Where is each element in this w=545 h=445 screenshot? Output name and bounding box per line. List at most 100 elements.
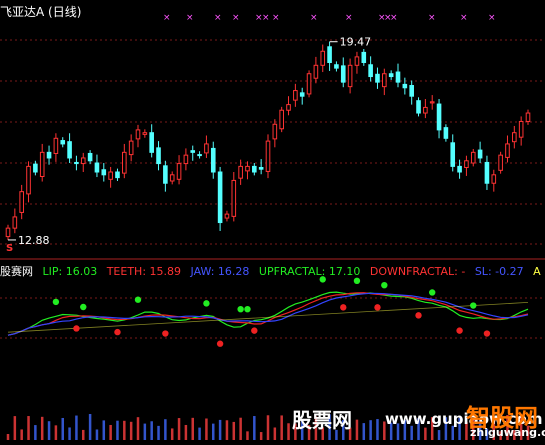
candle-body	[484, 161, 490, 184]
candle-body	[293, 90, 298, 101]
upfractal-dot	[244, 305, 251, 313]
fractal-marker: ×	[272, 13, 280, 23]
fractal-marker: ×	[428, 13, 436, 23]
upfractal-dot	[429, 289, 436, 296]
candle-body	[306, 73, 312, 95]
candle-body	[375, 73, 380, 83]
candle-body	[518, 120, 524, 138]
candle-body	[402, 83, 408, 89]
candle-body	[190, 150, 196, 153]
stock-name: 飞亚达A	[0, 5, 45, 19]
candle-body	[238, 165, 243, 179]
candle-body	[39, 151, 45, 177]
candle-body	[80, 157, 86, 165]
candle-body	[197, 154, 202, 157]
low-price-label: 12.88	[18, 234, 50, 247]
candle-body	[245, 165, 250, 172]
candle-body	[429, 101, 435, 104]
candle-body	[286, 104, 291, 111]
candle-body	[498, 154, 503, 171]
fractal-marker: ×	[163, 13, 171, 23]
candle-body	[67, 141, 72, 159]
candle-body	[436, 103, 442, 131]
candle-body	[176, 163, 182, 180]
candle-body	[368, 64, 373, 78]
candle-body	[512, 132, 517, 143]
candle-body	[313, 64, 319, 79]
candle-body	[525, 112, 531, 122]
candle-body	[347, 64, 353, 88]
jaw-line	[7, 292, 529, 336]
candle-body	[108, 171, 113, 180]
candle-body	[149, 132, 154, 153]
upfractal-dot	[470, 302, 477, 309]
legend-jaw: JAW: 16.28	[190, 265, 250, 278]
candle-body	[258, 167, 264, 170]
candle-body	[505, 143, 510, 158]
downfractal-dot	[340, 304, 347, 311]
legend-sl: SL: -0.27	[474, 265, 524, 278]
candle-body	[252, 165, 257, 173]
downfractal-dot	[114, 328, 121, 336]
candle-body	[183, 154, 189, 165]
watermark-logo-url: zhiguwang.com	[470, 426, 545, 439]
legend-teeth: TEETH: 15.89	[106, 265, 182, 278]
period-label: (日线)	[48, 5, 82, 19]
candle-body	[5, 227, 11, 238]
candle-body	[395, 71, 401, 83]
candle-body	[74, 161, 79, 165]
watermark-site-cn: 股票网	[292, 408, 352, 432]
legend-upfractal: UPFRACTAL: 17.10	[258, 265, 361, 278]
lip-line	[7, 291, 529, 336]
legend-lip: LIP: 16.03	[42, 265, 98, 278]
candle-body	[340, 65, 346, 83]
fractal-marker: ×	[345, 13, 353, 23]
upfractal-dot	[237, 305, 244, 313]
fractal-marker: ×	[186, 13, 194, 23]
candle-body	[46, 151, 52, 159]
candle-body	[416, 100, 421, 114]
candle-body	[477, 149, 483, 159]
fractal-marker: ×	[214, 13, 222, 23]
candle-body	[327, 46, 332, 64]
high-price-label: 19.47	[340, 36, 372, 49]
candle-body	[142, 132, 148, 135]
candle-body	[299, 92, 305, 97]
candle-body	[33, 163, 38, 173]
indicator-legend: 股赛网 LIP: 16.03 TEETH: 15.89 JAW: 16.28 U…	[0, 263, 545, 279]
candle-body	[26, 165, 31, 195]
fractal-marker: ×	[460, 13, 468, 23]
candle-body	[382, 73, 387, 88]
fractal-marker: ×	[232, 13, 240, 23]
candle-body	[388, 73, 394, 78]
candle-body	[169, 174, 175, 182]
candle-body	[354, 56, 360, 66]
candle-body	[210, 147, 216, 173]
stock-title: 飞亚达A (日线)	[0, 3, 81, 20]
candle-body	[265, 140, 271, 172]
candle-body	[231, 179, 237, 217]
downfractal-dot	[162, 330, 169, 337]
candle-body	[101, 169, 107, 176]
upfractal-dot	[381, 281, 388, 289]
candle-body	[320, 50, 326, 66]
fractal-marker: ×	[262, 13, 270, 23]
upfractal-dot	[134, 296, 142, 303]
candle-body	[450, 142, 456, 167]
fractal-marker: ×	[488, 13, 496, 23]
candle-body	[122, 151, 127, 174]
downfractal-dot	[374, 304, 381, 311]
candle-body	[53, 137, 59, 154]
downfractal-dot	[73, 325, 80, 332]
legend-flag: A	[533, 265, 541, 278]
candle-body	[204, 143, 209, 154]
downfractal-dot	[216, 340, 224, 347]
candle-body	[156, 147, 161, 165]
fractal-marker: ×	[390, 13, 398, 23]
candle-body	[115, 171, 120, 179]
downfractal-dot	[483, 330, 491, 337]
upfractal-dot	[80, 303, 87, 311]
candle-body	[423, 106, 428, 114]
candle-body	[60, 140, 66, 145]
candle-body	[443, 127, 449, 139]
